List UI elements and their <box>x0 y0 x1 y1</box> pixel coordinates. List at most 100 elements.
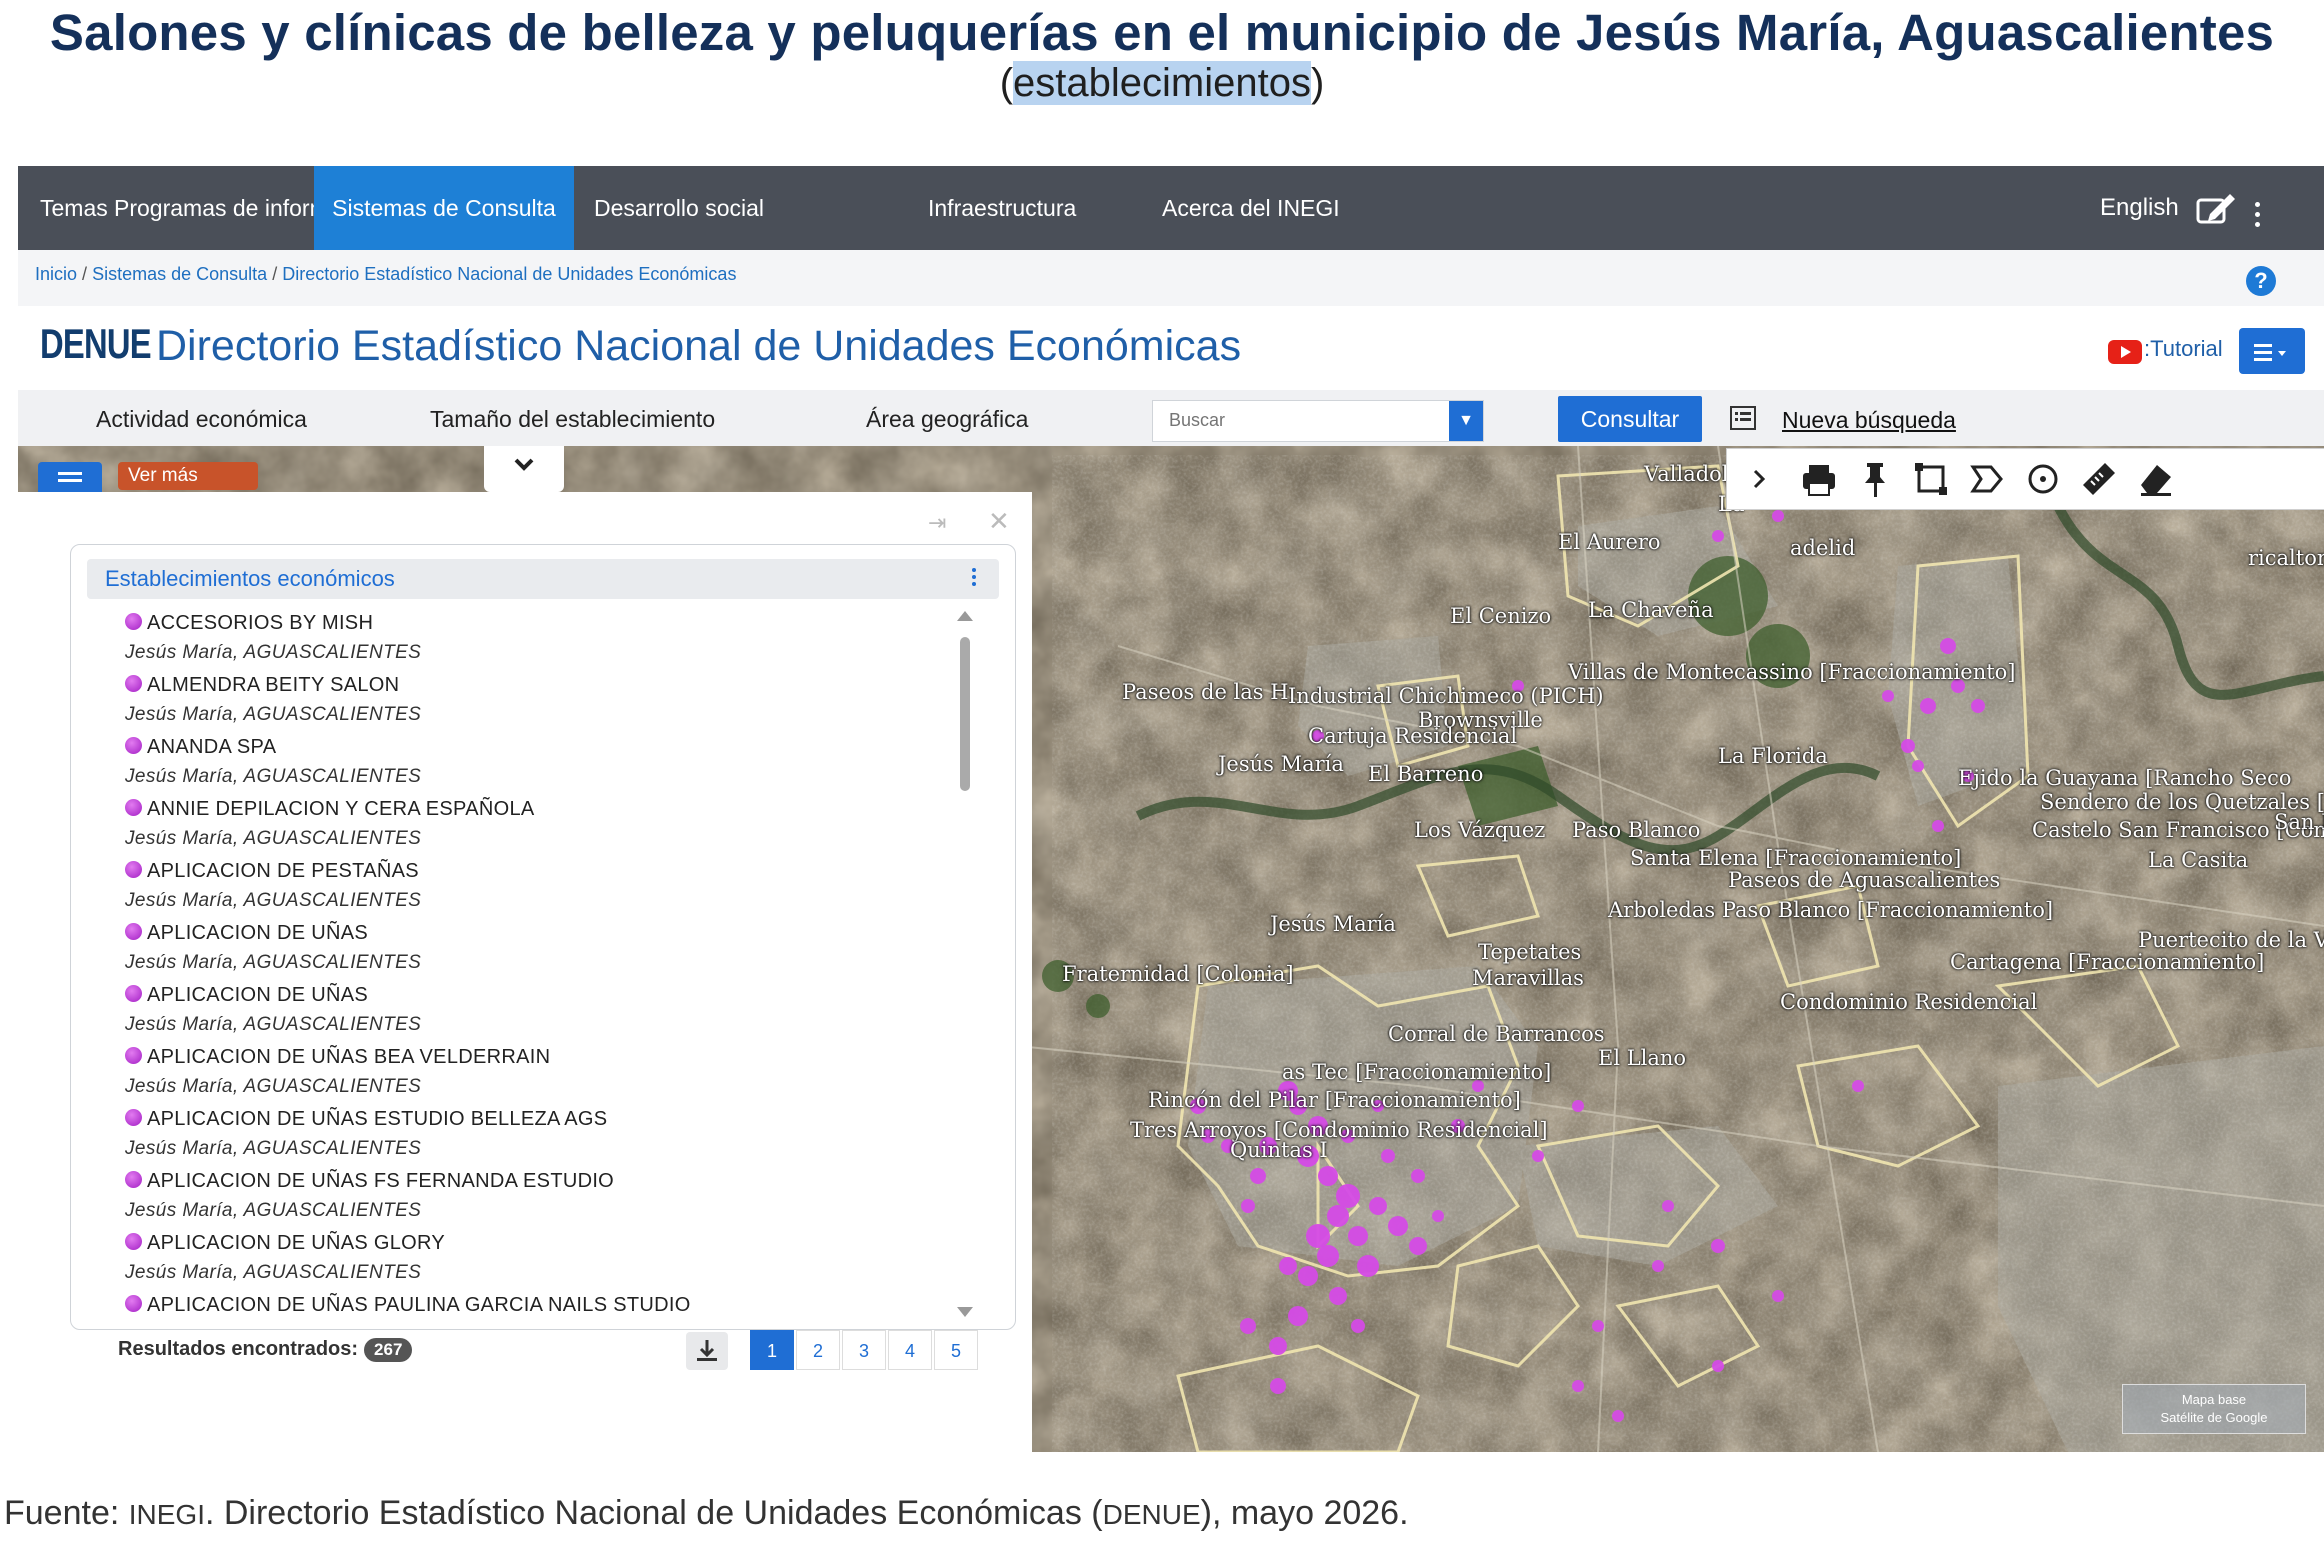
map-label: San F <box>2274 810 2324 834</box>
edit-icon[interactable] <box>2196 192 2236 226</box>
marker-dot-icon <box>125 1295 142 1312</box>
ver-mas-button[interactable]: Ver más <box>118 462 258 490</box>
map-label: Maravillas <box>1472 966 1584 990</box>
page-3-button[interactable]: 3 <box>842 1330 886 1370</box>
map-label: Fraternidad [Colonia] <box>1062 962 1294 986</box>
establishment-location: Jesús María, AGUASCALIENTES <box>125 828 422 849</box>
chevron-right-icon[interactable] <box>1737 457 1781 501</box>
source-org: INEGI <box>128 1499 205 1530</box>
page-2-button[interactable]: 2 <box>796 1330 840 1370</box>
establishment-name: ACCESORIOS BY MISH <box>147 612 374 634</box>
map-label: El Llano <box>1598 1046 1687 1070</box>
help-icon[interactable]: ? <box>2246 266 2276 296</box>
map-label: El Barreno <box>1368 762 1484 786</box>
list-item[interactable]: APLICACION DE UÑAS ESTUDIO BELLEZA AGS Je… <box>125 1103 945 1165</box>
source-suffix: ), mayo 2026. <box>1200 1494 1409 1532</box>
page-1-button[interactable]: 1 <box>750 1330 794 1370</box>
list-item[interactable]: APLICACION DE UÑAS PAULINA GARCIA NAILS … <box>125 1289 945 1327</box>
circle-select-icon[interactable] <box>2021 457 2065 501</box>
breadcrumb: Inicio / Sistemas de Consulta / Director… <box>35 264 736 285</box>
print-icon[interactable] <box>1797 457 1841 501</box>
nav-item-sistemas[interactable]: Sistemas de Consulta <box>314 166 574 250</box>
list-item[interactable]: ACCESORIOS BY MISH Jesús María, AGUASCALI… <box>125 607 945 669</box>
list-item[interactable]: ANANDA SPA Jesús María, AGUASCALIENTES <box>125 731 945 793</box>
list-item[interactable]: APLICACION DE UÑAS BEA VELDERRAIN Jesús M… <box>125 1041 945 1103</box>
pin-panel-icon[interactable]: ⇥ <box>928 510 972 535</box>
map-label: Puertecito de la Virgen <box>2138 928 2324 952</box>
page-4-button[interactable]: 4 <box>888 1330 932 1370</box>
map-label: Paseos de Aguascalientes <box>1728 868 2001 892</box>
map-toolbar <box>1726 448 2324 510</box>
list-item[interactable]: ANNIE DEPILACION Y CERA ESPAÑOLA Jesús Ma… <box>125 793 945 855</box>
list-item[interactable]: ALMENDRA BEITY SALON Jesús María, AGUASCA… <box>125 669 945 731</box>
more-options-icon[interactable] <box>2254 202 2262 232</box>
establishment-name: APLICACION DE PESTAÑAS <box>147 860 419 882</box>
breadcrumb-sistemas[interactable]: Sistemas de Consulta <box>92 264 267 284</box>
map-label: Los Vázquez <box>1414 818 1546 842</box>
establishment-name: APLICACION DE UÑAS PAULINA GARCIA NAILS … <box>147 1294 691 1316</box>
breadcrumb-inicio[interactable]: Inicio <box>35 264 77 284</box>
panel-options-icon[interactable] <box>972 568 977 589</box>
basemap-toggle[interactable]: Mapa base Satélite de Google <box>2122 1384 2306 1434</box>
nav-item-infraestructura[interactable]: Infraestructura <box>914 166 1090 250</box>
nav-item-acerca[interactable]: Acerca del INEGI <box>1148 166 1354 250</box>
tutorial-link[interactable]: :Tutorial <box>2144 336 2223 362</box>
subtitle-close: ) <box>1310 61 1325 105</box>
list-item[interactable]: APLICACION DE UÑAS Jesús María, AGUASCALI… <box>125 979 945 1041</box>
map-label: Cartuja Residencial <box>1308 724 1518 748</box>
establishment-name: APLICACION DE UÑAS <box>147 984 369 1006</box>
map-label: Tres Arroyos [Condominio Residencial] <box>1130 1118 1548 1142</box>
scroll-down-icon[interactable] <box>957 1307 973 1317</box>
scrollbar-thumb[interactable] <box>960 637 970 791</box>
app-menu-button[interactable] <box>2239 328 2305 374</box>
map-label: Rincón del Pilar [Fraccionamiento] <box>1148 1088 1521 1112</box>
map-label: Industrial Chichimeco (PICH) <box>1288 684 1604 708</box>
search-field: ▼ <box>1152 400 1484 442</box>
breadcrumb-denue[interactable]: Directorio Estadístico Nacional de Unida… <box>282 264 736 284</box>
establishment-name: APLICACION DE UÑAS FS FERNANDA ESTUDIO <box>147 1170 615 1192</box>
nav-item-desarrollo[interactable]: Desarrollo social <box>580 166 778 250</box>
new-search-link[interactable]: Nueva búsqueda <box>1782 407 1956 434</box>
results-label: Resultados encontrados: <box>118 1338 359 1360</box>
consultar-button[interactable]: Consultar <box>1558 396 1702 442</box>
establishment-name: APLICACION DE UÑAS GLORY <box>147 1232 446 1254</box>
map-label: La Florida <box>1718 744 1828 768</box>
map-label: Jesús María <box>1270 912 1396 936</box>
collapse-panel-button[interactable] <box>484 446 564 492</box>
list-item[interactable]: APLICACION DE PESTAÑAS Jesús María, AGUAS… <box>125 855 945 917</box>
establishment-name: ALMENDRA BEITY SALON <box>147 674 400 696</box>
page-5-button[interactable]: 5 <box>934 1330 978 1370</box>
polygon-select-icon[interactable] <box>1965 457 2009 501</box>
tab-actividad[interactable]: Actividad económica <box>96 406 307 433</box>
establishment-name: APLICACION DE UÑAS ESTUDIO BELLEZA AGS <box>147 1108 608 1130</box>
youtube-icon[interactable] <box>2108 340 2142 364</box>
establishment-location: Jesús María, AGUASCALIENTES <box>125 1014 422 1035</box>
rectangle-select-icon[interactable] <box>1909 457 1953 501</box>
establishment-location: Jesús María, AGUASCALIENTES <box>125 704 422 725</box>
map-label: Santa Elena [Fraccionamiento] <box>1630 846 1962 870</box>
list-item[interactable]: APLICACION DE UÑAS FS FERNANDA ESTUDIO Je… <box>125 1165 945 1227</box>
eraser-icon[interactable] <box>2133 457 2177 501</box>
map-label: Ejido la Guayana [Rancho Seco <box>1958 766 2292 790</box>
scroll-up-icon[interactable] <box>957 611 973 621</box>
search-dropdown-button[interactable]: ▼ <box>1449 401 1483 441</box>
establishments-heading: Establecimientos económicos <box>105 566 395 591</box>
establishment-name: ANNIE DEPILACION Y CERA ESPAÑOLA <box>147 798 535 820</box>
list-item[interactable]: APLICACION DE UÑAS GLORY Jesús María, AGU… <box>125 1227 945 1289</box>
tab-area[interactable]: Área geográfica <box>866 406 1028 433</box>
results-count-badge: 267 <box>364 1338 413 1362</box>
page-title: Salones y clínicas de belleza y peluquer… <box>49 4 2275 61</box>
search-input[interactable] <box>1153 401 1445 439</box>
list-icon[interactable] <box>1730 406 1756 430</box>
app-header: DENUE Directorio Estadístico Nacional de… <box>26 310 2322 391</box>
pin-icon[interactable] <box>1853 457 1897 501</box>
list-item[interactable]: APLICACION DE UÑAS Jesús María, AGUASCALI… <box>125 917 945 979</box>
tab-tamano[interactable]: Tamaño del establecimiento <box>430 406 715 433</box>
download-button[interactable] <box>686 1332 728 1370</box>
language-link[interactable]: English <box>2100 166 2179 250</box>
menu-icon <box>2254 344 2286 362</box>
top-nav: Temas Programas de información Sistemas … <box>18 166 2324 250</box>
list-scrollbar[interactable] <box>955 611 975 1323</box>
ruler-icon[interactable] <box>2077 457 2121 501</box>
close-icon[interactable]: ✕ <box>988 506 1010 537</box>
